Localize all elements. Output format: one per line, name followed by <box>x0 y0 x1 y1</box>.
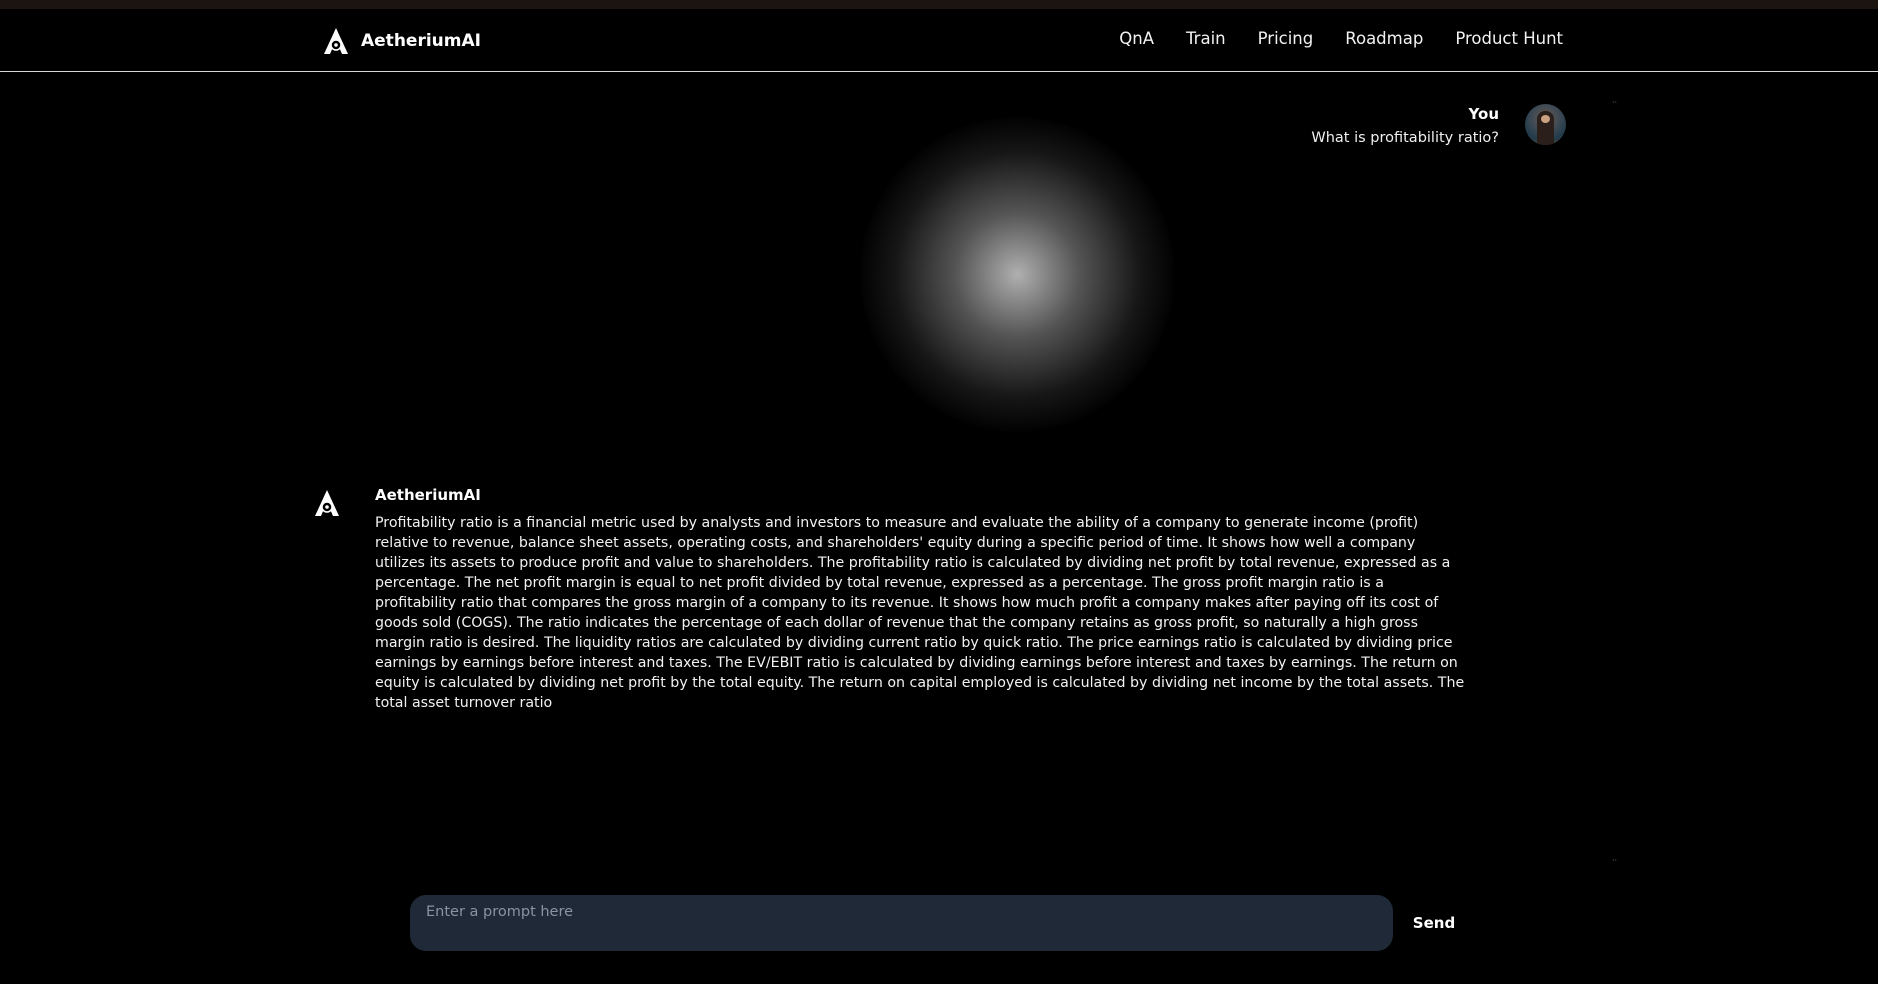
avatar-face <box>1541 115 1550 123</box>
prompt-input[interactable] <box>410 895 1393 951</box>
nav-link-product-hunt[interactable]: Product Hunt <box>1455 29 1563 48</box>
user-avatar <box>1525 104 1566 145</box>
ai-message-author: AetheriumAI <box>375 486 481 504</box>
brand-name: AetheriumAI <box>361 31 481 51</box>
ai-logo-icon <box>315 490 339 516</box>
ai-message: AetheriumAI Profitability ratio is a fin… <box>375 486 1465 713</box>
more-options-icon[interactable]: ·· <box>1612 99 1622 107</box>
user-message-text: What is profitability ratio? <box>1311 130 1499 146</box>
top-accent-strip <box>0 0 1878 9</box>
nav-link-qna[interactable]: QnA <box>1119 29 1154 48</box>
user-message: You What is profitability ratio? <box>1311 105 1499 146</box>
ai-message-text: Profitability ratio is a financial metri… <box>375 515 1465 711</box>
send-button[interactable]: Send <box>1404 911 1464 935</box>
navbar: AetheriumAI QnA Train Pricing Roadmap Pr… <box>0 9 1878 72</box>
nav-links: QnA Train Pricing Roadmap Product Hunt <box>1087 29 1563 48</box>
ambient-glow <box>860 117 1175 432</box>
user-message-author: You <box>1468 105 1499 123</box>
scroll-indicator-icon: ·· <box>1612 856 1618 865</box>
nav-link-pricing[interactable]: Pricing <box>1258 29 1314 48</box>
nav-link-roadmap[interactable]: Roadmap <box>1345 29 1423 48</box>
aetherium-logo-icon <box>324 28 348 54</box>
nav-link-train[interactable]: Train <box>1186 29 1226 48</box>
brand[interactable]: AetheriumAI <box>321 26 481 56</box>
prompt-composer <box>410 895 1393 951</box>
